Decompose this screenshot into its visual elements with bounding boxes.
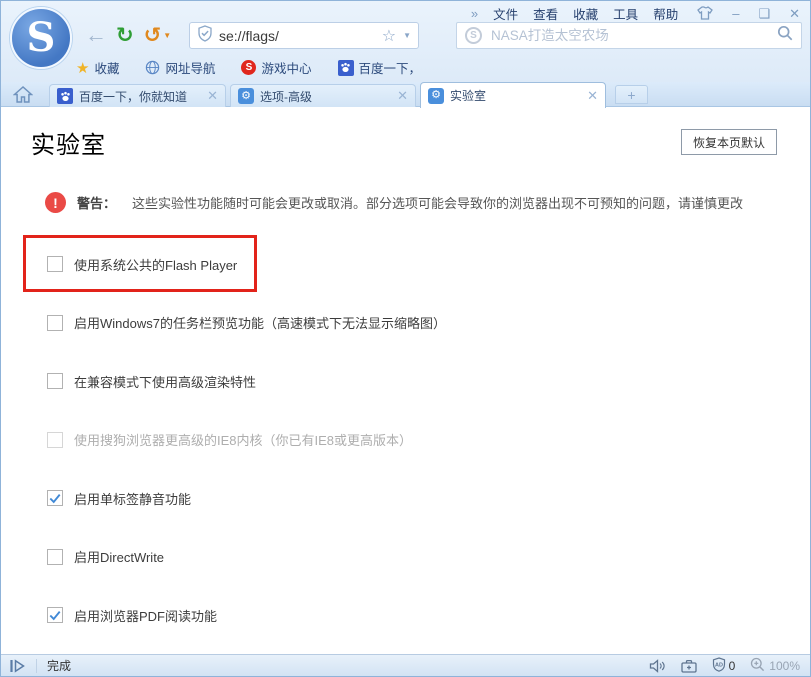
maximize-button[interactable]: ❑ <box>758 7 770 20</box>
address-input[interactable] <box>219 28 382 44</box>
menu-file[interactable]: 文件 <box>493 4 518 23</box>
flag-checkbox[interactable] <box>47 490 63 506</box>
gear-icon: ⚙ <box>428 88 444 104</box>
top-chrome: S » 文件 查看 收藏 工具 帮助 – ❑ ✕ ← ↻ ↺ ▼ ☆ <box>1 1 810 82</box>
page-title: 实验室 <box>31 125 106 160</box>
search-box[interactable]: S <box>456 22 802 49</box>
menu-overflow-icon[interactable]: » <box>471 6 478 21</box>
bookmark-game-center[interactable]: S 游戏中心 <box>241 58 311 77</box>
sidebar-expand-icon[interactable] <box>9 659 26 673</box>
bookmark-baidu[interactable]: 百度一下， <box>338 58 422 77</box>
flag-label: 使用搜狗浏览器更高级的IE8内核（你已有IE8或更高版本） <box>74 430 412 449</box>
globe-icon <box>145 60 160 75</box>
nav-buttons: ← ↻ ↺ ▼ <box>85 21 171 49</box>
warning-label: 警告： <box>77 193 116 212</box>
sogou-search-icon: S <box>465 27 482 44</box>
bookmark-favorites[interactable]: ★ 收藏 <box>76 58 119 77</box>
bookmark-star-icon[interactable]: ☆ <box>382 26 396 46</box>
ad-block-count: 0 <box>729 659 736 673</box>
flag-checkbox[interactable] <box>47 315 63 331</box>
flag-label: 使用系统公共的Flash Player <box>74 255 237 274</box>
flag-label: 启用Windows7的任务栏预览功能（高速模式下无法显示缩略图） <box>74 313 446 332</box>
flag-checkbox[interactable] <box>47 256 63 272</box>
undo-dropdown-icon[interactable]: ▼ <box>163 31 171 40</box>
flag-checkbox[interactable] <box>47 373 63 389</box>
menu-view[interactable]: 查看 <box>533 4 558 23</box>
restore-defaults-button[interactable]: 恢复本页默认 <box>681 129 777 155</box>
warning-icon: ! <box>45 192 66 213</box>
warning-text: 这些实验性功能随时可能会更改或取消。部分选项可能会导致你的浏览器出现不可预知的问… <box>132 193 743 212</box>
menu-bar: » 文件 查看 收藏 工具 帮助 – ❑ ✕ <box>471 4 800 23</box>
address-dropdown-icon[interactable]: ▼ <box>403 31 411 40</box>
address-bar[interactable]: ☆ ▼ <box>189 22 419 49</box>
flag-item: 启用Windows7的任务栏预览功能（高速模式下无法显示缩略图） <box>1 294 810 353</box>
flag-checkbox[interactable] <box>47 549 63 565</box>
flags-list: 使用系统公共的Flash Player 启用Windows7的任务栏预览功能（高… <box>1 235 810 645</box>
flag-checkbox[interactable] <box>47 432 63 448</box>
status-bar: 完成 AD 0 100% <box>1 654 810 676</box>
tab-close-icon[interactable]: ✕ <box>587 88 598 104</box>
status-divider <box>36 659 37 673</box>
zoom-magnifier-icon <box>750 657 765 675</box>
skin-icon[interactable] <box>697 6 713 22</box>
ad-block-indicator[interactable]: AD 0 <box>712 657 736 675</box>
sogou-logo-icon[interactable]: S <box>10 7 72 69</box>
back-icon[interactable]: ← <box>85 22 107 48</box>
flag-item: 在兼容模式下使用高级渲染特性 <box>1 352 810 411</box>
shield-check-icon <box>197 25 213 47</box>
favorites-star-icon: ★ <box>76 59 89 77</box>
undo-icon[interactable]: ↺ <box>144 23 162 48</box>
flag-item: 使用搜狗浏览器更高级的IE8内核（你已有IE8或更高版本） <box>1 411 810 470</box>
flag-item: 启用单标签静音功能 <box>1 469 810 528</box>
flag-item: 启用浏览器PDF阅读功能 <box>1 586 810 645</box>
status-right-icons: AD 0 100% <box>634 657 800 675</box>
menu-favorites[interactable]: 收藏 <box>573 4 598 23</box>
home-icon[interactable] <box>13 86 33 108</box>
toolbox-icon[interactable] <box>681 659 697 673</box>
baidu-paw-icon <box>57 88 73 104</box>
bookmarks-bar: ★ 收藏 网址导航 S 游戏中心 百度一下， <box>76 56 447 79</box>
browser-window: S » 文件 查看 收藏 工具 帮助 – ❑ ✕ ← ↻ ↺ ▼ ☆ <box>0 0 811 677</box>
zoom-control[interactable]: 100% <box>750 657 800 675</box>
flag-item: 使用系统公共的Flash Player <box>1 235 810 294</box>
flag-label: 启用DirectWrite <box>74 547 164 566</box>
flag-label: 在兼容模式下使用高级渲染特性 <box>74 372 256 391</box>
menu-help[interactable]: 帮助 <box>653 4 678 23</box>
game-center-icon: S <box>241 60 256 75</box>
search-magnifier-icon[interactable] <box>777 25 793 46</box>
flag-label: 启用单标签静音功能 <box>74 489 191 508</box>
tab-bar: 百度一下，你就知道 ✕ ⚙ 选项-高级 ✕ ⚙ 实验室 ✕ + <box>1 82 810 107</box>
refresh-icon[interactable]: ↻ <box>116 23 134 48</box>
zoom-level: 100% <box>769 659 800 673</box>
flag-label: 启用浏览器PDF阅读功能 <box>74 606 217 625</box>
search-input[interactable] <box>491 28 777 43</box>
speaker-icon[interactable] <box>649 659 666 673</box>
flag-item: 启用DirectWrite <box>1 528 810 587</box>
labs-page: 实验室 恢复本页默认 ! 警告： 这些实验性功能随时可能会更改或取消。部分选项可… <box>1 108 810 656</box>
tab-close-icon[interactable]: ✕ <box>207 88 218 104</box>
tab-labs-active[interactable]: ⚙ 实验室 ✕ <box>420 82 606 108</box>
ad-shield-icon: AD <box>712 657 726 675</box>
warning-banner: ! 警告： 这些实验性功能随时可能会更改或取消。部分选项可能会导致你的浏览器出现… <box>45 192 810 213</box>
menu-tools[interactable]: 工具 <box>613 4 638 23</box>
close-button[interactable]: ✕ <box>789 7 800 20</box>
gear-icon: ⚙ <box>238 88 254 104</box>
tab-baidu[interactable]: 百度一下，你就知道 ✕ <box>49 84 226 107</box>
status-text: 完成 <box>47 657 71 674</box>
tab-options-advanced[interactable]: ⚙ 选项-高级 ✕ <box>230 84 416 107</box>
bookmark-site-nav[interactable]: 网址导航 <box>145 58 215 77</box>
svg-text:AD: AD <box>715 662 723 668</box>
new-tab-button[interactable]: + <box>615 85 648 104</box>
flag-checkbox[interactable] <box>47 607 63 623</box>
baidu-paw-icon <box>338 60 354 76</box>
tab-close-icon[interactable]: ✕ <box>397 88 408 104</box>
minimize-button[interactable]: – <box>732 7 739 20</box>
